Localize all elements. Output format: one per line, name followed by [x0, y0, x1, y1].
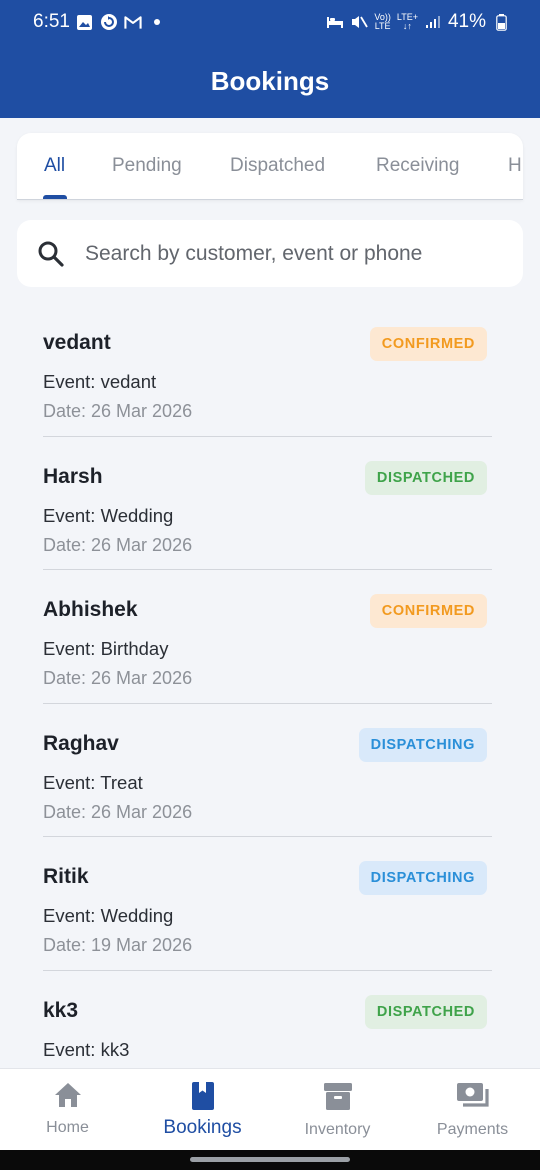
customer-name: Raghav: [43, 731, 119, 755]
status-badge: DISPATCHED: [364, 460, 487, 495]
booking-row[interactable]: Raghav DISPATCHING Event: Treat Date: 26 Ma…: [43, 704, 492, 837]
date-label: Date: 26 Mar 2026: [43, 401, 193, 421]
customer-name: kk3: [43, 998, 79, 1022]
nav-home-label: Home: [46, 1119, 89, 1136]
status-badge: CONFIRMED: [369, 594, 487, 628]
nav-home[interactable]: Home: [0, 1069, 135, 1150]
notification-dot-icon: [153, 19, 160, 25]
nav-payments[interactable]: Payments: [405, 1069, 540, 1150]
nav-inventory[interactable]: Inventory: [270, 1069, 405, 1150]
event-label: Event: kk3: [43, 1038, 130, 1060]
gmail-icon: [124, 13, 142, 31]
nav-payments-label: Payments: [436, 1121, 509, 1138]
home-gesture-handle[interactable]: [190, 1157, 350, 1162]
lte-indicator: LTE+ ↓↑: [396, 12, 418, 31]
active-tab-indicator: [43, 195, 67, 199]
home-icon: [54, 1083, 81, 1107]
booking-row[interactable]: Harsh DISPATCHED Event: Wedding Date: 26 Ma…: [43, 437, 492, 570]
tab-overflow[interactable]: H: [508, 155, 522, 177]
signal-icon: [424, 13, 442, 31]
volte-indicator: Vo)) LTE: [374, 12, 391, 31]
booking-row[interactable]: kk3 DISPATCHED Event: kk3: [43, 971, 492, 1069]
customer-name: Ritik: [43, 865, 89, 888]
mute-icon: [350, 13, 369, 31]
search-input[interactable]: [85, 241, 505, 266]
status-bar: 6:51 Vo)) LTE LTE+ ↓↑ 41%: [0, 0, 540, 44]
battery-percent: 41%: [447, 11, 486, 32]
date-label: Date: 19 Mar 2026: [43, 935, 193, 955]
customer-name: Harsh: [43, 464, 103, 488]
gallery-icon: [76, 13, 94, 31]
inventory-icon: [323, 1083, 352, 1110]
nav-bookings-label: Bookings: [163, 1117, 242, 1138]
bottom-navigation: Home Bookings Inventory Payments: [0, 1068, 540, 1150]
customer-name: Abhishek: [43, 598, 138, 621]
status-badge: CONFIRMED: [369, 327, 487, 361]
status-badge: DISPATCHED: [364, 994, 487, 1029]
app-bar: Bookings: [0, 44, 540, 118]
battery-icon: [492, 13, 510, 31]
tab-pending[interactable]: Pending: [112, 155, 182, 177]
status-badge: DISPATCHING: [358, 727, 487, 762]
booking-row[interactable]: Abhishek CONFIRMED Event: Birthday Date: 26…: [43, 570, 492, 704]
date-label: Date: 26 Mar 2026: [43, 668, 193, 688]
date-label: Date: 26 Mar 2026: [43, 801, 193, 822]
nav-bookings[interactable]: Bookings: [135, 1069, 270, 1150]
date-label: Date: 26 Mar 2026: [43, 534, 193, 555]
payments-icon: [456, 1083, 489, 1107]
tab-all[interactable]: All: [44, 155, 65, 177]
event-label: Event: Wedding: [43, 504, 174, 526]
status-time: 6:51: [33, 11, 70, 32]
event-label: Event: vedant: [43, 371, 157, 392]
filter-tabs: All Pending Dispatched Receiving H: [17, 133, 523, 200]
gesture-navigation-bar: [0, 1150, 540, 1170]
bookings-icon: [191, 1082, 214, 1110]
tab-receiving[interactable]: Receiving: [376, 155, 459, 177]
status-right: Vo)) LTE LTE+ ↓↑ 41%: [326, 11, 510, 33]
status-left: 6:51: [33, 11, 160, 33]
booking-row[interactable]: Ritik DISPATCHING Event: Wedding Date: 19 M…: [43, 837, 492, 971]
event-label: Event: Wedding: [43, 905, 174, 926]
status-badge: DISPATCHING: [358, 861, 487, 895]
sleep-mode-icon: [326, 13, 344, 31]
page-title: Bookings: [210, 65, 330, 96]
booking-row[interactable]: vedant CONFIRMED Event: vedant Date: 26 Mar…: [43, 303, 492, 437]
customer-name: vedant: [43, 331, 111, 354]
booking-list[interactable]: vedant CONFIRMED Event: vedant Date: 26 Mar…: [0, 303, 540, 1068]
nav-inventory-label: Inventory: [304, 1121, 371, 1138]
event-label: Event: Treat: [43, 771, 143, 793]
search-bar[interactable]: [17, 220, 523, 287]
event-label: Event: Birthday: [43, 638, 169, 659]
tab-dispatched[interactable]: Dispatched: [230, 155, 325, 177]
sync-icon: [100, 13, 118, 31]
search-icon: [38, 241, 64, 267]
